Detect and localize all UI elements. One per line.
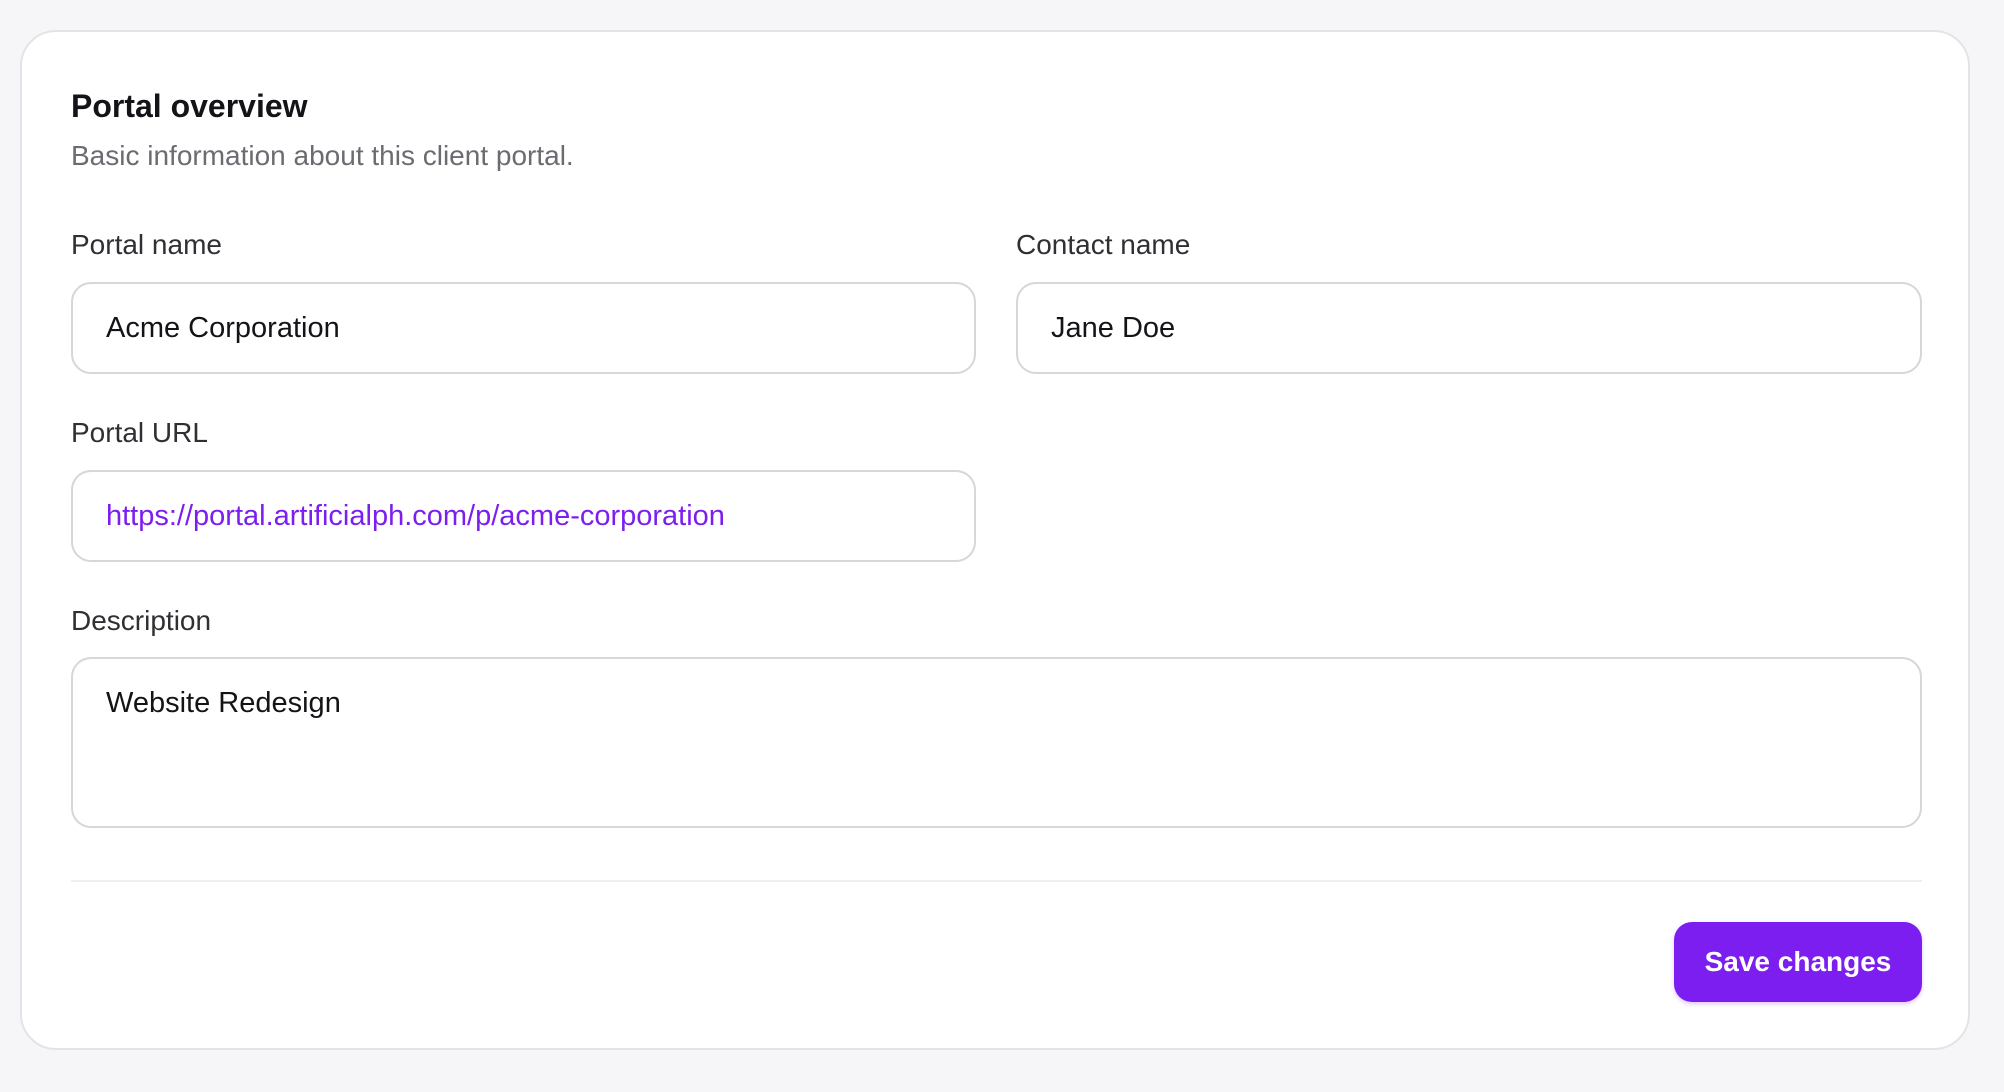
contact-name-input[interactable]: Jane Doe <box>1016 282 1922 374</box>
section-subtitle: Basic information about this client port… <box>71 140 574 171</box>
portal-name-label: Portal name <box>71 229 222 260</box>
save-changes-button[interactable]: Save changes <box>1674 922 1922 1002</box>
portal-name-input[interactable]: Acme Corporation <box>71 282 976 374</box>
portal-url-label: Portal URL <box>71 417 208 448</box>
portal-overview-card: Portal overview Basic information about … <box>20 30 1970 1050</box>
description-label: Description <box>71 605 212 636</box>
description-textarea[interactable]: Website Redesign <box>71 657 1922 828</box>
divider <box>71 880 1922 882</box>
contact-name-label: Contact name <box>1016 229 1191 260</box>
section-title: Portal overview <box>71 88 308 124</box>
portal-url-input[interactable]: https://portal.artificialph.com/p/acme-c… <box>71 470 976 562</box>
